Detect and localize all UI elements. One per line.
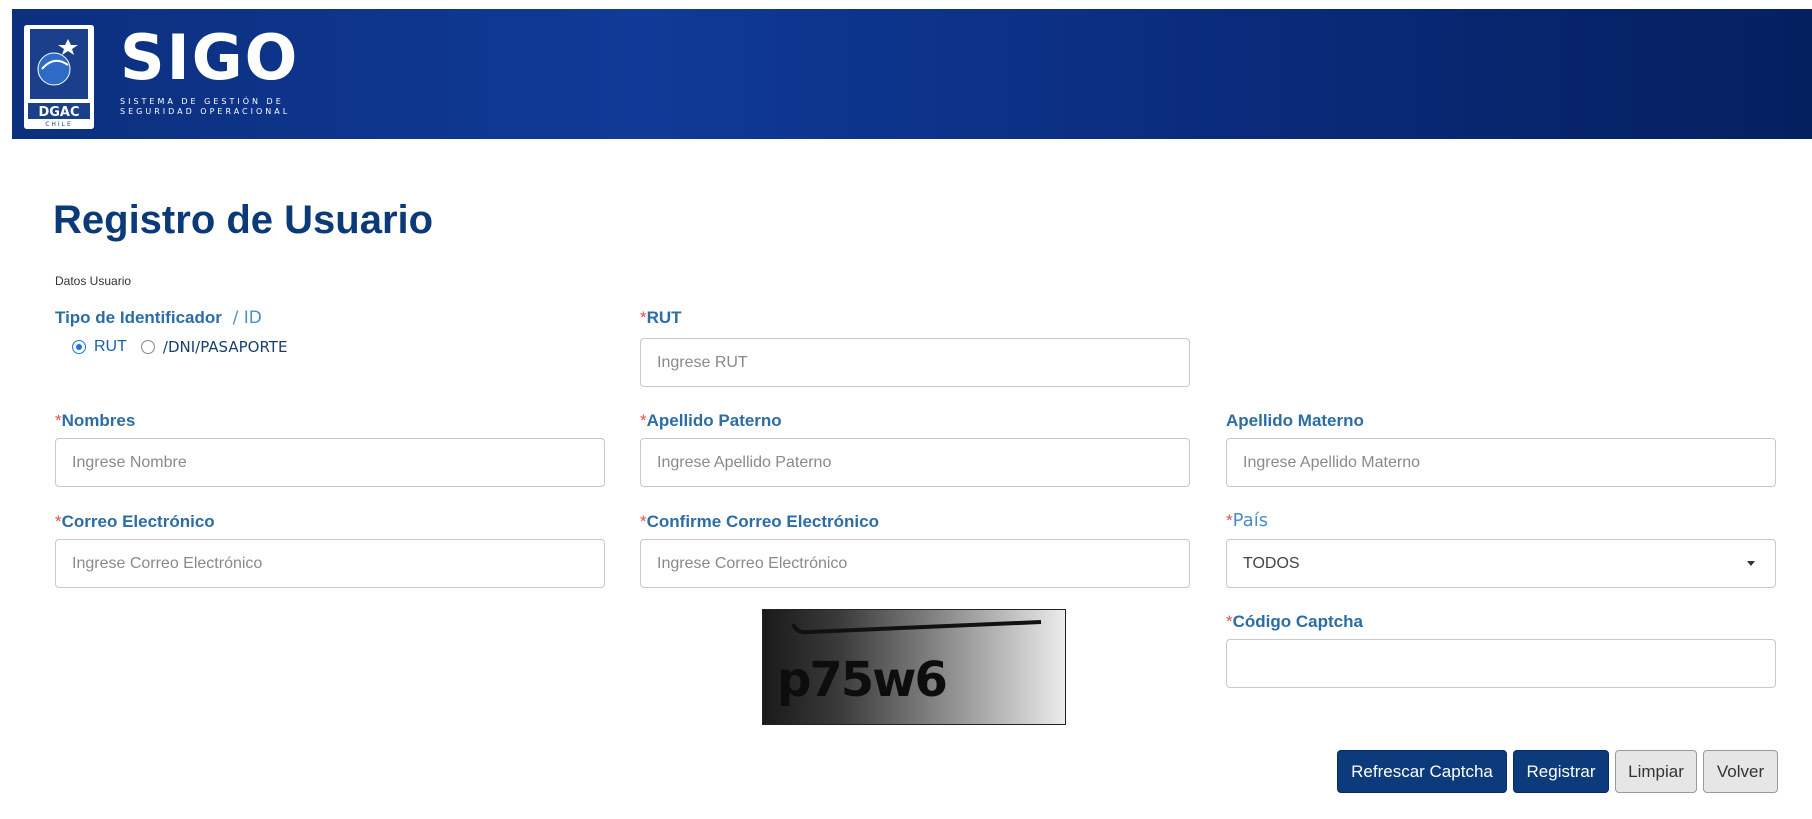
apellido-paterno-input[interactable]	[640, 438, 1190, 487]
dni-pasaporte-radio[interactable]	[140, 340, 155, 354]
refresh-captcha-button[interactable]: Refrescar Captcha	[1337, 750, 1507, 793]
back-button[interactable]: Volver	[1703, 750, 1778, 793]
rut-label: *RUT	[640, 308, 682, 327]
registration-page: DGAC CHILE SIGO SISTEMA DE GESTIÓN DE SE…	[0, 0, 1812, 819]
pais-select-value: TODOS	[1243, 554, 1300, 572]
pais-select[interactable]: TODOS	[1226, 539, 1776, 588]
apellido-materno-input[interactable]	[1226, 438, 1776, 487]
captcha-image: p75w6	[762, 609, 1066, 725]
correo-input[interactable]	[55, 539, 605, 588]
page-title: Registro de Usuario	[53, 198, 434, 242]
confirme-correo-label: *Confirme Correo Electrónico	[640, 512, 879, 531]
nombres-label: *Nombres	[55, 411, 136, 430]
dgac-logo[interactable]: DGAC CHILE	[24, 25, 94, 129]
clear-button[interactable]: Limpiar	[1615, 750, 1697, 793]
id-type-radio-group: RUT /DNI/PASAPORTE	[72, 338, 287, 356]
confirme-correo-input[interactable]	[640, 539, 1190, 588]
dgac-emblem-icon: DGAC CHILE	[24, 25, 94, 129]
section-label: Datos Usuario	[55, 274, 132, 288]
apellido-paterno-label: *Apellido Paterno	[640, 411, 782, 430]
captcha-code-label: *Código Captcha	[1226, 612, 1363, 631]
rut-radio-label[interactable]: RUT	[94, 338, 127, 356]
rut-radio[interactable]	[72, 340, 86, 354]
rut-input[interactable]	[640, 338, 1190, 387]
svg-text:CHILE: CHILE	[45, 121, 73, 128]
apellido-materno-label: Apellido Materno	[1226, 411, 1364, 430]
pais-label: *País	[1226, 510, 1269, 531]
id-type-label: Tipo de Identificador / ID	[55, 308, 262, 328]
dni-pasaporte-radio-label[interactable]: /DNI/PASAPORTE	[163, 338, 288, 356]
site-header: DGAC CHILE SIGO SISTEMA DE GESTIÓN DE SE…	[12, 9, 1812, 139]
correo-label: *Correo Electrónico	[55, 512, 215, 531]
register-button[interactable]: Registrar	[1513, 750, 1609, 793]
nombres-input[interactable]	[55, 438, 605, 487]
brand-title: SIGO	[120, 21, 300, 94]
chevron-down-icon	[1747, 561, 1755, 566]
captcha-code-input[interactable]	[1226, 639, 1776, 688]
brand-subtitle: SISTEMA DE GESTIÓN DE SEGURIDAD OPERACIO…	[120, 97, 291, 116]
captcha-text: p75w6	[777, 652, 948, 708]
svg-text:DGAC: DGAC	[38, 105, 79, 120]
